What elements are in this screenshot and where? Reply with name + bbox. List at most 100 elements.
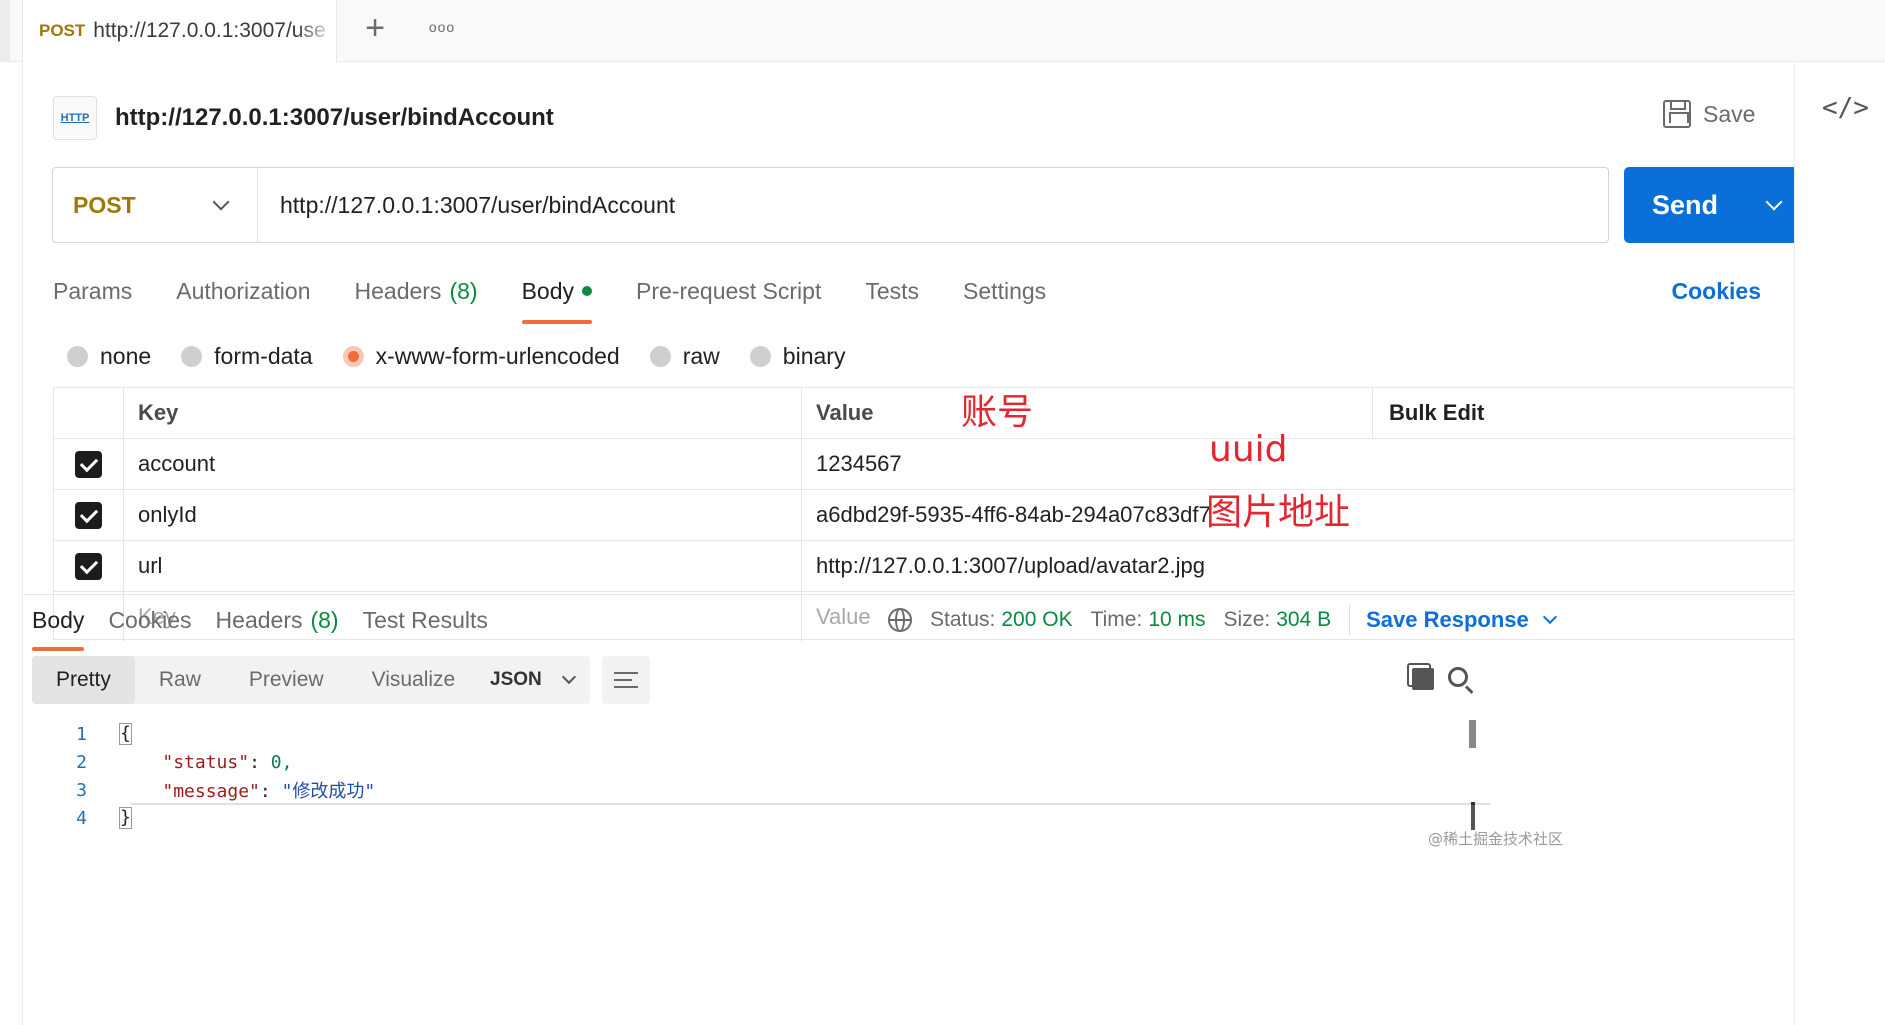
radio-none[interactable] [67,345,88,367]
line-number: 4 [76,807,87,829]
method-select[interactable]: POST [53,168,258,242]
body-type-none-label: none [100,342,152,369]
body-type-urlencoded-label: x-www-form-urlencoded [375,342,620,369]
json-value: "修改成功" [281,781,376,802]
table-row: account 1234567 [54,439,1795,490]
view-visualize[interactable]: Visualize [348,656,480,704]
open-brace: { [119,723,132,745]
row-checkbox[interactable] [75,501,102,529]
status-item: Status: 200 OK [930,608,1073,632]
response-body-code[interactable]: 1 { 2 "status": 0, 3 "message": "修改成功" 4… [32,720,1482,832]
code-line: 2 "status": 0, [32,748,292,776]
code-snippet-icon[interactable]: </> [1822,93,1869,129]
resp-tab-cookies-label: Cookies [108,606,192,633]
send-button[interactable]: Send [1624,167,1806,243]
row-checkbox[interactable] [75,450,102,478]
send-label: Send [1652,189,1719,220]
row-value[interactable]: http://127.0.0.1:3007/upload/avatar2.jpg [802,541,1372,591]
view-preview[interactable]: Preview [225,656,348,704]
save-response-label: Save Response [1366,607,1529,632]
wrap-lines-button[interactable] [602,656,650,704]
body-type-binary[interactable]: binary [749,343,845,370]
save-response-button[interactable]: Save Response [1366,607,1557,633]
code-line: 4 } [32,804,132,832]
method-label: POST [73,191,136,218]
format-select[interactable]: JSON [474,656,590,704]
view-raw[interactable]: Raw [135,656,225,704]
bulk-edit-button[interactable]: Bulk Edit [1372,388,1795,438]
tab-strip: POST http://127.0.0.1:3007/use + ooo [0,0,1885,62]
row-checkbox[interactable] [75,552,102,580]
copy-icon[interactable] [1412,668,1434,690]
tab-params[interactable]: Params [53,263,132,319]
code-bottom-border [130,803,1490,805]
row-key[interactable]: account [124,439,802,489]
size-label: Size: [1223,608,1271,631]
time-item: Time: 10 ms [1091,608,1206,632]
tab-authorization[interactable]: Authorization [176,263,310,319]
tab-tests[interactable]: Tests [865,263,919,319]
resp-tab-cookies[interactable]: Cookies [108,595,191,645]
tab-prerequest-script[interactable]: Pre-request Script [636,263,821,319]
new-tab-plus-icon[interactable]: + [355,8,395,48]
chevron-down-icon [1542,609,1557,625]
resp-tab-headers[interactable]: Headers (8) [216,595,339,645]
body-type-none[interactable]: none [67,343,151,370]
tab-method: POST [39,21,86,40]
resp-headers-count: (8) [310,606,339,633]
send-chevron-down-icon[interactable] [1765,193,1783,211]
radio-urlencoded[interactable] [342,345,364,367]
resp-tab-test-results[interactable]: Test Results [363,595,488,645]
radio-raw[interactable] [649,345,671,367]
resp-tab-body[interactable]: Body [32,595,85,651]
request-title[interactable]: http://127.0.0.1:3007/user/bindAccount [115,104,554,132]
close-brace: } [119,807,132,829]
url-input[interactable] [258,168,1608,242]
code-scrollbar-bottom[interactable] [1471,802,1475,830]
watermark: @稀土掘金技术社区 [1428,830,1564,848]
json-key: "message" [162,781,260,802]
body-type-form-data[interactable]: form-data [181,343,313,370]
tab-fade [296,0,336,62]
wrap-lines-icon [614,672,638,688]
request-panel: HTTP http://127.0.0.1:3007/user/bindAcco… [22,63,1806,1025]
row-key[interactable]: url [124,541,802,591]
annotation-url: 图片地址 [1206,492,1351,533]
resp-tab-headers-label: Headers [215,606,303,633]
json-key: "status" [162,751,250,773]
tab-headers[interactable]: Headers (8) [355,263,478,319]
time-value[interactable]: 10 ms [1148,608,1205,631]
tab-params-label: Params [53,277,133,304]
request-tab[interactable]: POST http://127.0.0.1:3007/use [22,0,337,62]
tab-settings[interactable]: Settings [963,263,1046,319]
status-value[interactable]: 200 OK [1001,608,1072,631]
line-number: 3 [76,779,87,801]
body-type-urlencoded[interactable]: x-www-form-urlencoded [342,342,620,370]
tab-body[interactable]: Body [521,263,593,324]
response-view-switcher: Pretty Raw Preview Visualize [32,656,480,704]
annotation-account: 账号 [961,392,1034,433]
code-scrollbar[interactable] [1469,720,1476,748]
tab-settings-label: Settings [963,277,1047,304]
search-icon[interactable] [1448,667,1468,687]
annotation-uuid: uuid [1209,429,1288,470]
body-type-raw[interactable]: raw [649,343,720,370]
view-pretty[interactable]: Pretty [32,656,135,704]
more-options-icon[interactable]: ooo [425,12,459,42]
status-separator [1349,604,1351,636]
time-label: Time: [1090,608,1143,631]
response-tabs: Body Cookies Headers (8) Test Results [32,595,512,651]
save-button[interactable]: Save [1663,89,1755,139]
size-value[interactable]: 304 B [1276,608,1331,631]
size-item: Size: 304 B [1224,608,1332,632]
radio-form-data[interactable] [181,345,203,367]
status-label: Status: [930,608,996,631]
row-key[interactable]: onlyId [124,490,802,540]
row-checkbox-cell [54,541,124,591]
body-type-options: none form-data x-www-form-urlencoded raw… [67,328,875,384]
http-icon: HTTP [53,96,97,140]
cookies-link[interactable]: Cookies [1672,278,1761,305]
radio-binary[interactable] [749,345,771,367]
globe-icon[interactable] [888,608,912,632]
line-number: 2 [76,751,87,773]
